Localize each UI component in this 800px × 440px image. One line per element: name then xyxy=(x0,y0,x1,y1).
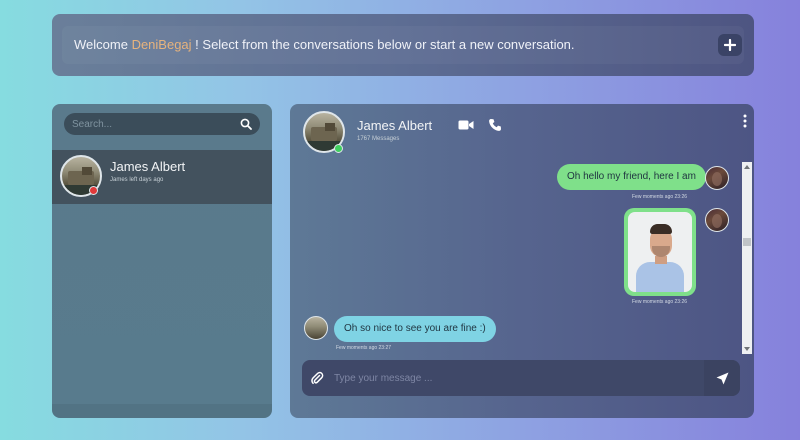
message-count: 1767 Messages xyxy=(357,136,400,142)
message-composer xyxy=(302,360,740,396)
portrait-photo xyxy=(628,212,692,292)
new-conversation-button[interactable] xyxy=(718,34,742,56)
chat-contact-name: James Albert xyxy=(357,118,433,133)
scroll-up-arrow[interactable] xyxy=(744,165,750,169)
send-button[interactable] xyxy=(704,360,740,396)
plus-icon xyxy=(724,39,736,51)
conversations-sidebar: James Albert James left days ago xyxy=(52,104,272,418)
phone-icon[interactable] xyxy=(488,118,502,132)
contact-name: James Albert xyxy=(110,159,186,174)
avatar-building xyxy=(325,123,335,131)
photo-hair xyxy=(650,224,672,234)
photo-neck xyxy=(655,256,667,264)
send-icon xyxy=(716,372,728,384)
sender-avatar xyxy=(705,208,729,232)
more-vertical-icon[interactable] xyxy=(742,114,748,128)
welcome-box: Welcome DeniBegaj ! Select from the conv… xyxy=(62,26,744,64)
search-icon[interactable] xyxy=(240,118,252,130)
chat-header: James Albert 1767 Messages xyxy=(290,104,754,162)
welcome-bar: Welcome DeniBegaj ! Select from the conv… xyxy=(52,14,754,76)
search-input[interactable] xyxy=(72,116,232,132)
message-list: Oh hello my friend, here I am Few moment… xyxy=(290,162,754,354)
offline-status-dot xyxy=(89,186,98,195)
online-status-dot xyxy=(334,144,343,153)
video-camera-icon[interactable] xyxy=(458,119,474,131)
message-timestamp: Few moments ago 23:27 xyxy=(336,345,392,351)
contact-last-seen: James left days ago xyxy=(110,177,164,183)
contact-avatar xyxy=(304,316,328,340)
message-input[interactable] xyxy=(334,369,704,387)
outgoing-image-message[interactable] xyxy=(624,208,696,296)
welcome-prefix: Welcome xyxy=(74,37,132,52)
welcome-message: Welcome DeniBegaj ! Select from the conv… xyxy=(74,37,575,52)
chat-panel: James Albert 1767 Messages Oh hello my f… xyxy=(290,104,754,418)
avatar-building xyxy=(82,167,92,175)
scroll-thumb[interactable] xyxy=(743,238,751,246)
scroll-down-arrow[interactable] xyxy=(744,347,750,351)
welcome-suffix: ! Select from the conversations below or… xyxy=(191,37,575,52)
photo-shirt xyxy=(636,262,684,292)
contact-item-james-albert[interactable]: James Albert James left days ago xyxy=(52,150,272,204)
sender-avatar xyxy=(705,166,729,190)
search-bar xyxy=(64,113,260,135)
message-timestamp: Few moments ago 23:26 xyxy=(632,194,688,200)
incoming-message-bubble: Oh so nice to see you are fine :) xyxy=(334,316,496,342)
welcome-username: DeniBegaj xyxy=(131,37,192,52)
message-timestamp: Few moments ago 23:26 xyxy=(632,299,688,305)
paperclip-icon[interactable] xyxy=(310,371,324,385)
outgoing-message-bubble: Oh hello my friend, here I am xyxy=(557,164,706,190)
message-scrollbar[interactable] xyxy=(742,162,752,354)
